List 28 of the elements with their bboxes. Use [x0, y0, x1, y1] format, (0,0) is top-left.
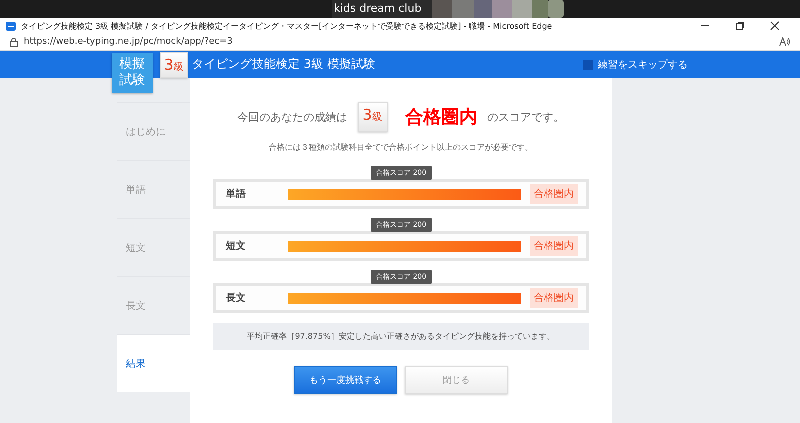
browser-icon [6, 22, 16, 30]
skip-checkbox[interactable] [583, 60, 593, 70]
status-label: 合格圏内 [530, 236, 578, 256]
page-title: タイピング技能検定 3級 模擬試験 [192, 56, 376, 73]
grade-badge: 3級 [160, 52, 188, 78]
pass-note: 合格には３種類の試験科目全てで合格ポイント以上のスコアが必要です。 [269, 142, 533, 153]
address-field[interactable]: https://web.e-typing.ne.jp/pc/mock/app/?ec=3 [24, 37, 773, 47]
skip-label: 練習をスキップする [598, 58, 688, 72]
status-label: 合格圏内 [530, 288, 578, 308]
read-aloud-icon[interactable] [779, 37, 790, 47]
lock-icon[interactable] [10, 38, 18, 46]
result-suffix: のスコアです。 [488, 110, 564, 124]
restore-icon[interactable] [735, 21, 745, 31]
close-icon[interactable] [770, 21, 780, 31]
video-caption: kids dream club [334, 2, 422, 15]
subject-label: 単語 [226, 188, 247, 201]
accuracy-summary: 平均正確率［97.875%］安定した高い正確さがあるタイピング技能を持っています。 [213, 323, 589, 350]
grade-badge: 3級 [358, 102, 388, 132]
result-text: 今回のあなたの成績は [238, 110, 348, 124]
sidebar-item[interactable]: 結果 [117, 334, 190, 392]
verdict-text: 合格圏内 [406, 106, 478, 129]
subject-label: 短文 [226, 240, 247, 253]
retry-button[interactable]: もう一度挑戦する [294, 366, 397, 394]
window-title: タイピング技能検定 3級 模擬試験 / タイピング技能検定イータイピング・マスター[インターネットで受験できる検定試験] - 職場 - Microsoft Edge [21, 20, 554, 32]
close-button[interactable]: 閉じる [405, 366, 508, 394]
mock-exam-logo: 模擬 試験 [112, 53, 153, 93]
subject-label: 長文 [226, 292, 247, 305]
status-label: 合格圏内 [530, 184, 578, 204]
